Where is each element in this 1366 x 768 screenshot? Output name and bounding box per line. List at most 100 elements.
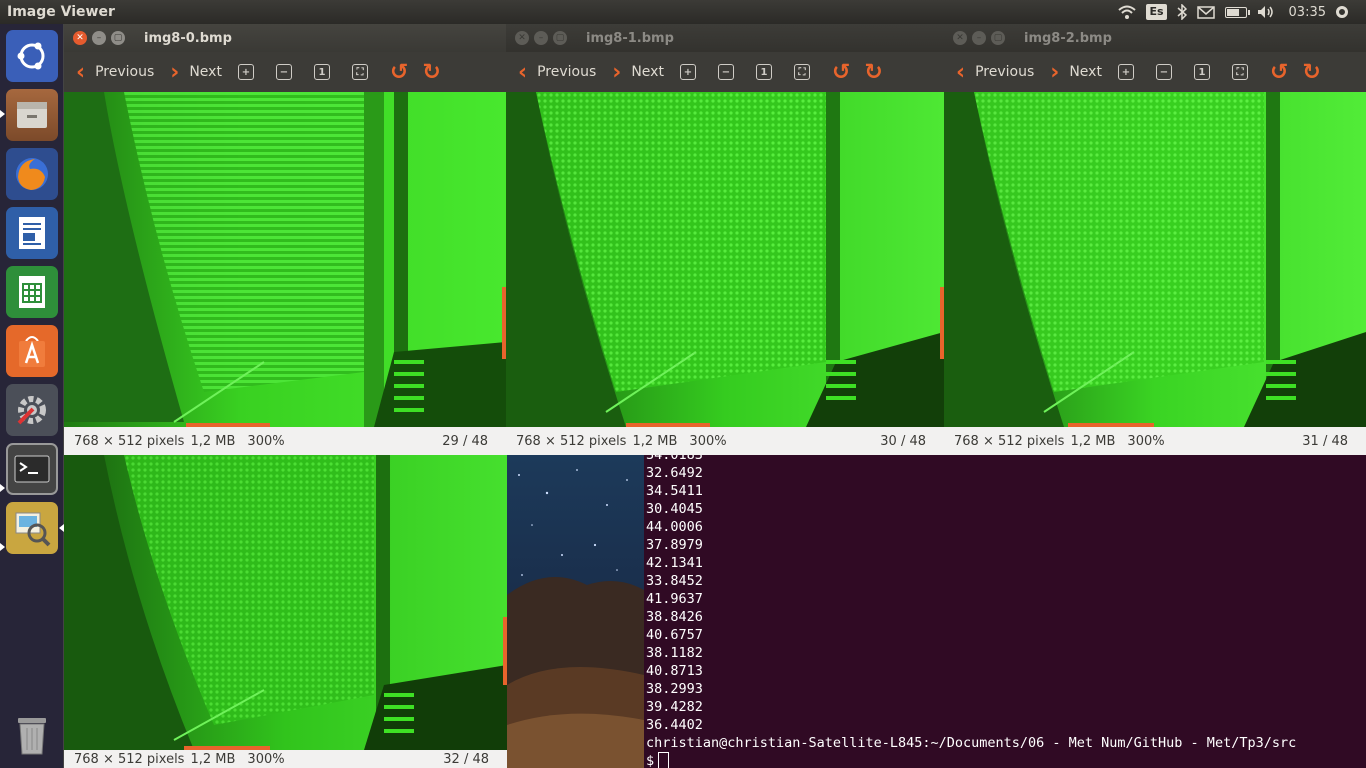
image-canvas[interactable] [64,92,506,427]
next-button[interactable]: › Next [612,60,664,85]
image-position: 31 / 48 [1302,433,1348,449]
image-viewer-running-indicator [0,543,5,551]
rotate-left-icon[interactable]: ↺ [832,60,850,85]
trash-icon[interactable] [6,708,58,760]
image-viewer-window-4: 768 × 512 pixels 1,2 MB 300% 32 / 48 [64,455,507,768]
image-viewer-icon[interactable] [6,502,64,554]
rotate-left-icon[interactable]: ↺ [390,60,408,85]
best-fit-icon[interactable]: ⛶ [351,64,368,80]
session-gear-icon[interactable] [1336,4,1348,20]
status-bar: 768 × 512 pixels 1,2 MB 300% 31 / 48 [944,427,1366,455]
chevron-left-icon: ‹ [956,59,966,85]
close-icon[interactable]: ✕ [953,31,967,45]
terminal-icon[interactable] [6,443,58,495]
maximize-icon[interactable]: ▢ [111,31,125,45]
rotate-right-icon[interactable]: ↻ [1302,60,1320,85]
image-canvas[interactable] [944,92,1366,427]
previous-button[interactable]: ‹ Previous [518,60,596,85]
image-dimensions: 768 × 512 pixels [516,433,627,449]
green-satellite-image [64,92,506,427]
normal-size-icon[interactable]: 1 [313,64,330,80]
next-label: Next [631,64,664,80]
window-title: img8-2.bmp [1024,30,1112,46]
image-position: 29 / 48 [442,433,488,449]
terminal-output-line: 36.4402 [646,717,703,733]
zoom-out-icon[interactable]: − [275,64,292,80]
viewer-toolbar: ‹ Previous › Next + − 1 ⛶ ↺ ↻ [506,52,944,92]
zoom-in-icon[interactable]: + [237,64,254,80]
chevron-right-icon: › [1050,59,1060,85]
previous-label: Previous [95,64,155,80]
horizontal-scrollbar[interactable] [626,423,710,427]
maximize-icon[interactable]: ▢ [991,31,1005,45]
clock[interactable]: 03:35 [1289,5,1326,20]
zoom-level: 300% [689,433,727,449]
horizontal-scrollbar[interactable] [186,423,270,427]
files-icon[interactable] [6,89,58,141]
previous-button[interactable]: ‹ Previous [76,60,154,85]
zoom-in-icon[interactable]: + [679,64,696,80]
minimize-icon[interactable]: – [972,31,986,45]
battery-icon[interactable] [1224,4,1250,20]
normal-size-icon[interactable]: 1 [1193,64,1210,80]
bluetooth-icon[interactable] [1177,4,1187,20]
chevron-left-icon: ‹ [76,59,86,85]
prompt-symbol: $ [646,753,655,768]
terminal-window[interactable]: 34.0183 32.6492 34.5411 30.4045 44.0006 … [644,455,1366,768]
maximize-icon[interactable]: ▢ [553,31,567,45]
best-fit-icon[interactable]: ⛶ [793,64,810,80]
terminal-output-line: 38.1182 [646,645,703,661]
libreoffice-calc-icon[interactable] [6,266,58,318]
zoom-out-icon[interactable]: − [717,64,734,80]
software-center-icon[interactable] [6,325,58,377]
image-viewer-window-3: ✕ – ▢ img8-2.bmp ‹ Previous › Next + − 1 ⛶… [944,24,1366,455]
best-fit-icon[interactable]: ⛶ [1231,64,1248,80]
system-tray: Es 03:35 [1118,4,1366,20]
rotate-right-icon[interactable]: ↻ [422,60,440,85]
previous-label: Previous [975,64,1035,80]
zoom-out-icon[interactable]: − [1155,64,1172,80]
viewer-toolbar: ‹ Previous › Next + − 1 ⛶ ↺ ↻ [944,52,1366,92]
firefox-icon[interactable] [6,148,58,200]
green-satellite-image [944,92,1366,427]
next-label: Next [189,64,222,80]
rotate-left-icon[interactable]: ↺ [1270,60,1288,85]
mail-icon[interactable] [1196,4,1215,20]
close-icon[interactable]: ✕ [73,31,87,45]
wifi-icon[interactable] [1118,4,1137,20]
ubuntu-dash-icon[interactable] [6,30,58,82]
terminal-output-line: 40.6757 [646,627,703,643]
zoom-in-icon[interactable]: + [1117,64,1134,80]
system-settings-icon[interactable] [6,384,58,436]
launcher [0,24,64,768]
next-button[interactable]: › Next [170,60,222,85]
files-running-indicator [0,110,5,118]
libreoffice-writer-icon[interactable] [6,207,58,259]
window-titlebar[interactable]: ✕ – ▢ img8-1.bmp [506,24,944,52]
previous-button[interactable]: ‹ Previous [956,60,1034,85]
horizontal-scrollbar[interactable] [1068,423,1154,427]
terminal-output-line: 32.6492 [646,465,703,481]
rotate-right-icon[interactable]: ↻ [864,60,882,85]
minimize-icon[interactable]: – [92,31,106,45]
image-canvas[interactable] [506,92,944,427]
window-titlebar[interactable]: ✕ – ▢ img8-2.bmp [944,24,1366,52]
close-icon[interactable]: ✕ [515,31,529,45]
horizontal-scrollbar[interactable] [184,746,270,750]
image-position: 32 / 48 [443,752,489,767]
terminal-prompt-line[interactable]: $ [646,752,1366,768]
image-canvas[interactable] [64,455,507,750]
volume-icon[interactable] [1257,4,1275,20]
keyboard-layout-indicator[interactable]: Es [1146,4,1167,20]
normal-size-icon[interactable]: 1 [755,64,772,80]
next-button[interactable]: › Next [1050,60,1102,85]
window-titlebar[interactable]: ✕ – ▢ img8-0.bmp [64,24,506,52]
zoom-level: 300% [247,752,285,767]
minimize-icon[interactable]: – [534,31,548,45]
window-title: img8-1.bmp [586,30,674,46]
top-panel: Image Viewer Es 03:35 [0,0,1366,24]
status-bar: 768 × 512 pixels 1,2 MB 300% 29 / 48 [64,427,506,455]
image-dimensions: 768 × 512 pixels [74,433,185,449]
terminal-output-line: 41.9637 [646,591,703,607]
terminal-output-line: 34.5411 [646,483,703,499]
